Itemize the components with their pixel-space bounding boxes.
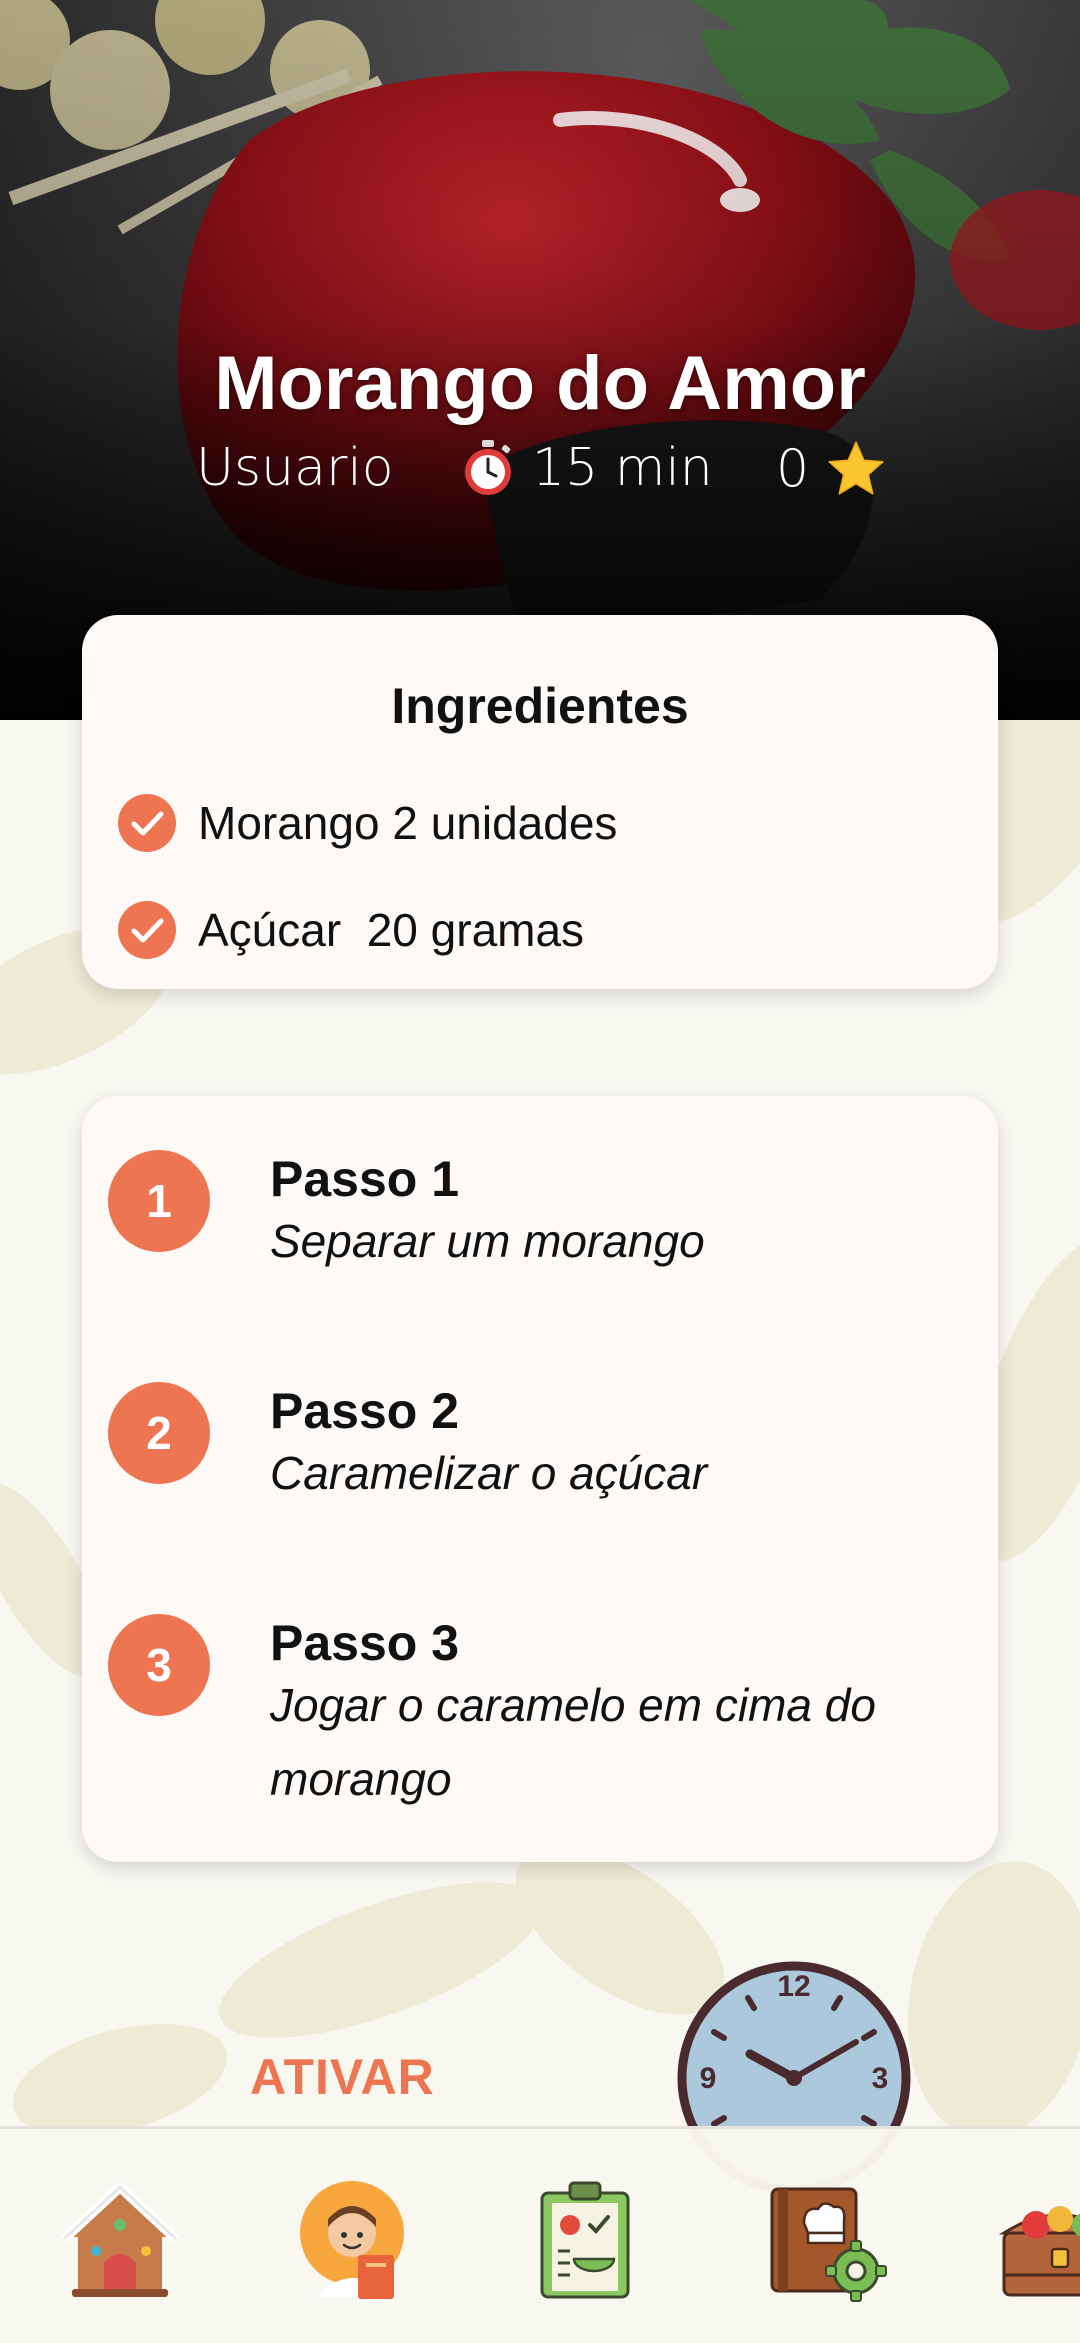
step-number-badge: 3	[108, 1614, 210, 1716]
check-circle-icon	[118, 794, 176, 852]
check-circle-icon	[118, 901, 176, 959]
ingredients-card: Ingredientes Morango 2 unidades Açúcar 2…	[82, 615, 998, 989]
recipe-meta: Usuario 15 min 0	[0, 438, 1080, 508]
ingredient-item[interactable]: Morango 2 unidades	[118, 793, 617, 853]
cookbook-settings-icon[interactable]	[764, 2179, 888, 2303]
step-description: Jogar o caramelo em cima do morango	[270, 1679, 876, 1805]
stopwatch-icon	[465, 440, 511, 495]
prep-time-value: 15 min	[532, 438, 713, 498]
step-title: Passo 3	[270, 1615, 460, 1671]
step-number-badge: 2	[108, 1382, 210, 1484]
activate-timer-button[interactable]: ATIVAR	[250, 2048, 435, 2106]
ingredient-text: Açúcar 20 gramas	[198, 904, 585, 956]
food-chest-icon[interactable]	[998, 2179, 1080, 2303]
recipe-title: Morango do Amor	[214, 341, 866, 426]
chef-reading-icon[interactable]	[296, 2179, 420, 2303]
step-title: Passo 1	[270, 1151, 460, 1207]
step-description: Separar um morango	[270, 1215, 705, 1267]
gingerbread-house-icon[interactable]	[58, 2179, 182, 2303]
clock-number: 12	[777, 1970, 810, 2003]
recipe-hero-image: Morango do Amor Usuario 15 min 0	[0, 0, 1080, 720]
step-description: Caramelizar o açúcar	[270, 1447, 708, 1499]
ingredient-item[interactable]: Açúcar 20 gramas	[118, 900, 584, 960]
recipe-author: Usuario	[196, 438, 394, 498]
recipe-checklist-icon[interactable]	[530, 2179, 654, 2303]
rating-value: 0	[776, 439, 810, 499]
step-number-badge: 1	[108, 1150, 210, 1252]
clock-number: 9	[700, 2062, 717, 2095]
bottom-navigation	[0, 2126, 1080, 2343]
ingredients-title: Ingredientes	[391, 678, 689, 734]
prep-time: 15 min	[458, 438, 713, 498]
clock-number: 3	[872, 2062, 889, 2095]
step-title: Passo 2	[270, 1383, 460, 1439]
steps-card: 1 Passo 1 Separar um morango 2 Passo 2 C…	[82, 1096, 998, 1862]
ingredient-text: Morango 2 unidades	[198, 797, 618, 849]
recipe-rating[interactable]: 0	[776, 438, 887, 500]
star-icon	[828, 441, 884, 495]
